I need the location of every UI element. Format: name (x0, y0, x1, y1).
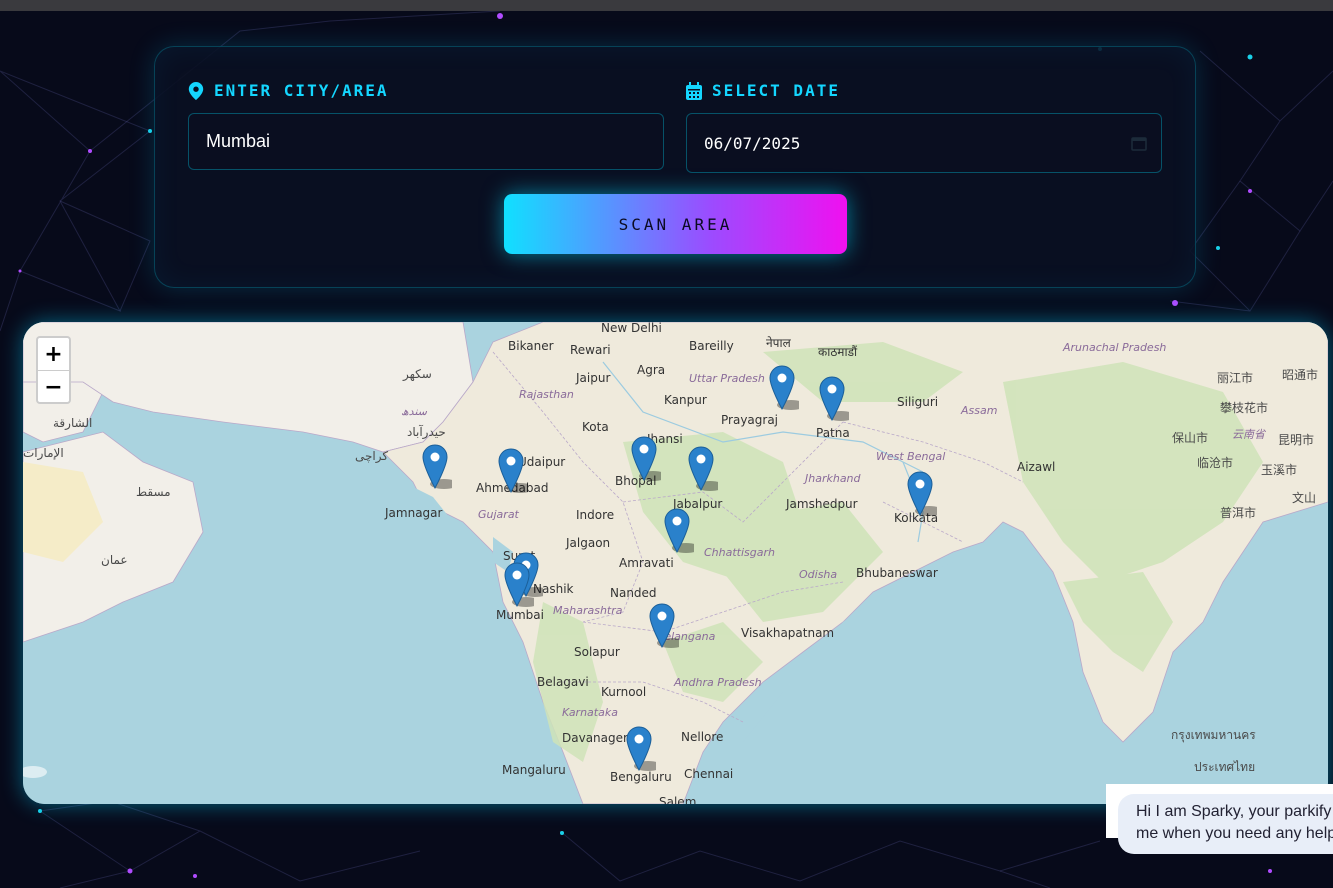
city-label-text: ENTER CITY/AREA (214, 81, 389, 100)
map-label-bhubaneswar: Bhubaneswar (856, 566, 938, 580)
map-label-siliguri: Siliguri (897, 395, 939, 409)
city-input[interactable]: Mumbai (188, 113, 664, 170)
location-pin-icon (188, 81, 204, 100)
map-label-gujarat: Gujarat (478, 508, 519, 521)
map-label-panzhihua: 攀枝花市 (1220, 401, 1269, 415)
map-label-nanded: Nanded (610, 586, 657, 600)
map-label-bikaner: Bikaner (508, 339, 554, 353)
map-label-bangkok: กรุงเทพมหานคร (1171, 728, 1256, 742)
map-label-jharkhand: Jharkhand (805, 472, 861, 485)
map-marker-icon[interactable] (631, 436, 661, 482)
search-panel: ENTER CITY/AREA SELECT DATE Mumbai 06/07… (154, 46, 1196, 288)
map-view[interactable]: New Delhi Bikaner Rewari Bareilly नेपाल … (23, 322, 1328, 804)
map-label-west-bengal: West Bengal (876, 450, 946, 463)
map-label-jalgaon: Jalgaon (566, 536, 611, 550)
map-marker-icon[interactable] (819, 376, 849, 422)
map-label-uttar-pradesh: Uttar Pradesh (689, 372, 765, 385)
zoom-out-button[interactable]: − (38, 370, 69, 402)
map-label-solapur: Solapur (574, 645, 620, 659)
map-marker-icon[interactable] (626, 726, 656, 772)
map-label-kathmandu: काठमाडौं (818, 345, 858, 359)
map-label-thailand: ประเทศไทย (1194, 760, 1256, 774)
map-label-mangaluru: Mangaluru (502, 763, 566, 777)
map-label-uae: الإمارات (23, 446, 64, 460)
map-marker-icon[interactable] (649, 603, 679, 649)
map-label-lincang: 临沧市 (1197, 456, 1234, 470)
map-label-karachi: کراچی (355, 449, 389, 463)
map-label-sukkur: سکھر (403, 367, 432, 381)
map-label-visakhapatnam: Visakhapatnam (741, 626, 835, 640)
map-marker-icon[interactable] (504, 562, 534, 608)
chat-widget[interactable]: Hi I am Sparky, your parkify me when you… (1106, 784, 1333, 854)
date-input[interactable]: 06/07/2025 (686, 113, 1162, 173)
map-marker-icon[interactable] (422, 444, 452, 490)
map-label-rajasthan: Rajasthan (519, 388, 574, 401)
map-label-kunming: 昆明市 (1278, 433, 1315, 447)
map-label-aizawl: Aizawl (1017, 460, 1056, 474)
map-label-yuxi: 玉溪市 (1261, 463, 1298, 477)
map-label-new-delhi: New Delhi (601, 322, 662, 335)
map-label-kota: Kota (582, 420, 609, 434)
map-label-baoshan: 保山市 (1172, 431, 1209, 445)
map-label-nepal: नेपाल (766, 336, 791, 350)
city-input-value: Mumbai (206, 131, 271, 151)
zoom-control: + − (36, 336, 71, 404)
city-label: ENTER CITY/AREA (188, 81, 389, 100)
map-label-sindh: سندھ (401, 405, 427, 418)
map-label-andhra-pradesh: Andhra Pradesh (674, 676, 762, 689)
map-label-jamshedpur: Jamshedpur (786, 497, 858, 511)
map-label-arunachal: Arunachal Pradesh (1063, 341, 1167, 354)
map-label-wenshan: 文山 (1292, 491, 1317, 505)
date-label: SELECT DATE (686, 81, 840, 100)
map-label-davanagere: Davanagere (562, 731, 636, 745)
map-label-prayagraj: Prayagraj (721, 413, 779, 427)
map-label-zhaotong: 昭通市 (1282, 368, 1319, 382)
map-label-yunnan: 云南省 (1232, 428, 1265, 441)
map-label-chhattisgarh: Chhattisgarh (704, 546, 775, 559)
calendar-picker-icon[interactable] (1131, 135, 1147, 151)
map-label-belagavi: Belagavi (537, 675, 589, 689)
chat-message-line2: me when you need any help (1136, 825, 1333, 842)
date-label-text: SELECT DATE (712, 81, 840, 100)
map-marker-icon[interactable] (498, 448, 528, 494)
map-label-sharjah: الشارقة (53, 416, 93, 430)
map-label-hyderabad-pk: حیدرآباد (407, 425, 446, 439)
map-label-oman: عمان (101, 553, 128, 567)
scan-area-button-label: SCAN AREA (618, 214, 733, 234)
map-marker-icon[interactable] (688, 446, 718, 492)
map-marker-icon[interactable] (664, 508, 694, 554)
scan-area-button[interactable]: SCAN AREA (504, 194, 847, 254)
map-label-jamnagar: Jamnagar (385, 506, 443, 520)
map-label-maharashtra: Maharashtra (553, 604, 623, 617)
map-label-karnataka: Karnataka (562, 706, 618, 719)
map-label-odisha: Odisha (799, 568, 838, 581)
map-label-lijiang: 丽江市 (1217, 371, 1254, 385)
map-marker-icon[interactable] (769, 365, 799, 411)
date-input-value: 06/07/2025 (704, 133, 801, 153)
map-label-agra: Agra (637, 363, 666, 377)
chat-message: Hi I am Sparky, your parkify me when you… (1118, 794, 1333, 854)
map-label-puer: 普洱市 (1220, 506, 1257, 520)
map-label-kanpur: Kanpur (664, 393, 707, 407)
map-label-muscat: مسقط (136, 485, 171, 499)
map-label-kurnool: Kurnool (601, 685, 647, 699)
map-label-mumbai: Mumbai (496, 608, 544, 622)
map-label-jaipur: Jaipur (576, 371, 611, 385)
map-label-indore: Indore (576, 508, 615, 522)
map-marker-icon[interactable] (907, 471, 937, 517)
map-label-bareilly: Bareilly (689, 339, 734, 353)
map-label-amravati: Amravati (619, 556, 674, 570)
map-label-patna: Patna (816, 426, 850, 440)
chat-message-line1: Hi I am Sparky, your parkify (1136, 803, 1332, 820)
browser-top-bar (0, 0, 1333, 11)
map-label-salem: Salem (659, 795, 697, 804)
map-label-nellore: Nellore (681, 730, 724, 744)
map-label-rewari: Rewari (570, 343, 611, 357)
zoom-in-button[interactable]: + (38, 338, 69, 370)
calendar-icon (686, 81, 702, 100)
map-label-bengaluru: Bengaluru (610, 770, 672, 784)
map-label-assam: Assam (961, 404, 998, 417)
map-label-chennai: Chennai (684, 767, 734, 781)
